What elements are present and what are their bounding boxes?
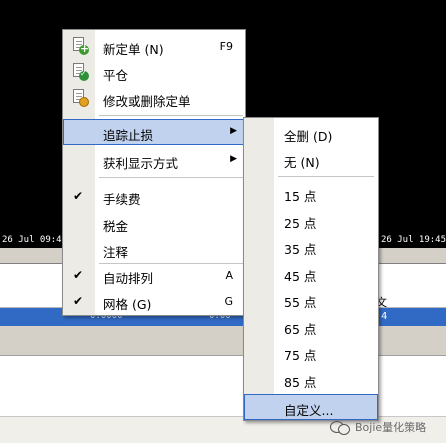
submenu-item-75-points[interactable]: 75 点 xyxy=(244,339,378,365)
menu-item-shortcut: G xyxy=(224,295,233,308)
menu-item-trailing-stop[interactable]: 追踪止损 ▶ xyxy=(63,119,245,145)
terminal-empty-area xyxy=(0,356,446,416)
modify-order-icon xyxy=(71,89,89,107)
menu-item-label: 修改或删除定单 xyxy=(103,94,191,109)
menu-item-label: 网格 (G) xyxy=(103,297,152,312)
submenu-item-label: 35 点 xyxy=(284,242,317,257)
check-mark-icon: ✔ xyxy=(73,189,84,203)
menu-item-label: 手续费 xyxy=(103,192,141,207)
menu-item-modify-order[interactable]: 修改或删除定单 xyxy=(63,85,245,111)
submenu-item-label: 85 点 xyxy=(284,375,317,390)
terminal-balance-row xyxy=(0,326,446,356)
submenu-arrow-icon: ▶ xyxy=(230,126,237,136)
menu-item-label: 税金 xyxy=(103,219,129,234)
menu-item-label: 追踪止损 xyxy=(103,128,154,143)
menu-item-taxes[interactable]: 税金 xyxy=(63,210,245,236)
submenu-item-25-points[interactable]: 25 点 xyxy=(244,207,378,233)
menu-item-label: 自动排列 xyxy=(103,271,154,286)
submenu-item-15-points[interactable]: 15 点 xyxy=(244,180,378,206)
menu-item-commission[interactable]: ✔ 手续费 xyxy=(63,183,245,209)
menu-item-new-order[interactable]: 新定单 (N) F9 xyxy=(63,33,245,59)
menu-item-grid[interactable]: ✔ 网格 (G) G xyxy=(63,288,245,314)
trade-context-menu: 新定单 (N) F9 平仓 修改或删除定单 追踪止损 ▶ 获利显示方式 ▶ ✔ … xyxy=(62,29,246,316)
menu-item-label: 平仓 xyxy=(103,68,129,83)
submenu-item-label: 全删 (D) xyxy=(284,129,333,144)
time-axis-label-right: 26 Jul 19:45 xyxy=(381,235,446,245)
menu-item-shortcut: A xyxy=(225,269,233,282)
menu-item-profit-display[interactable]: 获利显示方式 ▶ xyxy=(63,147,245,173)
menu-item-comments[interactable]: 注释 xyxy=(63,236,245,262)
menu-item-shortcut: F9 xyxy=(219,40,233,53)
check-mark-icon: ✔ xyxy=(73,294,84,308)
menu-item-label: 注释 xyxy=(103,245,129,260)
submenu-item-35-points[interactable]: 35 点 xyxy=(244,233,378,259)
menu-item-auto-arrange[interactable]: ✔ 自动排列 A xyxy=(63,262,245,288)
menu-item-label: 新定单 (N) xyxy=(103,42,164,57)
trailing-stop-submenu: 全删 (D) 无 (N) 15 点 25 点 35 点 45 点 55 点 65… xyxy=(243,117,379,421)
submenu-item-delete-all[interactable]: 全删 (D) xyxy=(244,120,378,146)
submenu-item-45-points[interactable]: 45 点 xyxy=(244,260,378,286)
watermark: Bojie量化策略 xyxy=(330,416,426,438)
menu-separator xyxy=(99,115,243,116)
submenu-item-label: 15 点 xyxy=(284,189,317,204)
row-value-3: 4 xyxy=(381,311,388,322)
new-order-icon xyxy=(71,37,89,55)
submenu-item-none[interactable]: 无 (N) xyxy=(244,146,378,172)
wechat-icon xyxy=(330,419,350,435)
submenu-arrow-icon: ▶ xyxy=(230,154,237,164)
submenu-item-55-points[interactable]: 55 点 xyxy=(244,286,378,312)
submenu-item-65-points[interactable]: 65 点 xyxy=(244,313,378,339)
check-mark-icon: ✔ xyxy=(73,268,84,282)
submenu-item-label: 25 点 xyxy=(284,216,317,231)
close-position-icon xyxy=(71,63,89,81)
menu-separator xyxy=(99,177,243,178)
menu-item-label: 获利显示方式 xyxy=(103,156,179,171)
watermark-text: Bojie量化策略 xyxy=(355,421,427,434)
submenu-item-label: 45 点 xyxy=(284,269,317,284)
time-axis-label-left: 26 Jul 09:45 xyxy=(2,235,68,245)
submenu-item-label: 55 点 xyxy=(284,295,317,310)
submenu-item-label: 65 点 xyxy=(284,322,317,337)
submenu-item-label: 无 (N) xyxy=(284,155,320,170)
submenu-item-85-points[interactable]: 85 点 xyxy=(244,366,378,392)
menu-item-close-position[interactable]: 平仓 xyxy=(63,59,245,85)
submenu-item-label: 自定义... xyxy=(284,403,334,418)
submenu-item-label: 75 点 xyxy=(284,348,317,363)
submenu-separator xyxy=(278,176,374,177)
